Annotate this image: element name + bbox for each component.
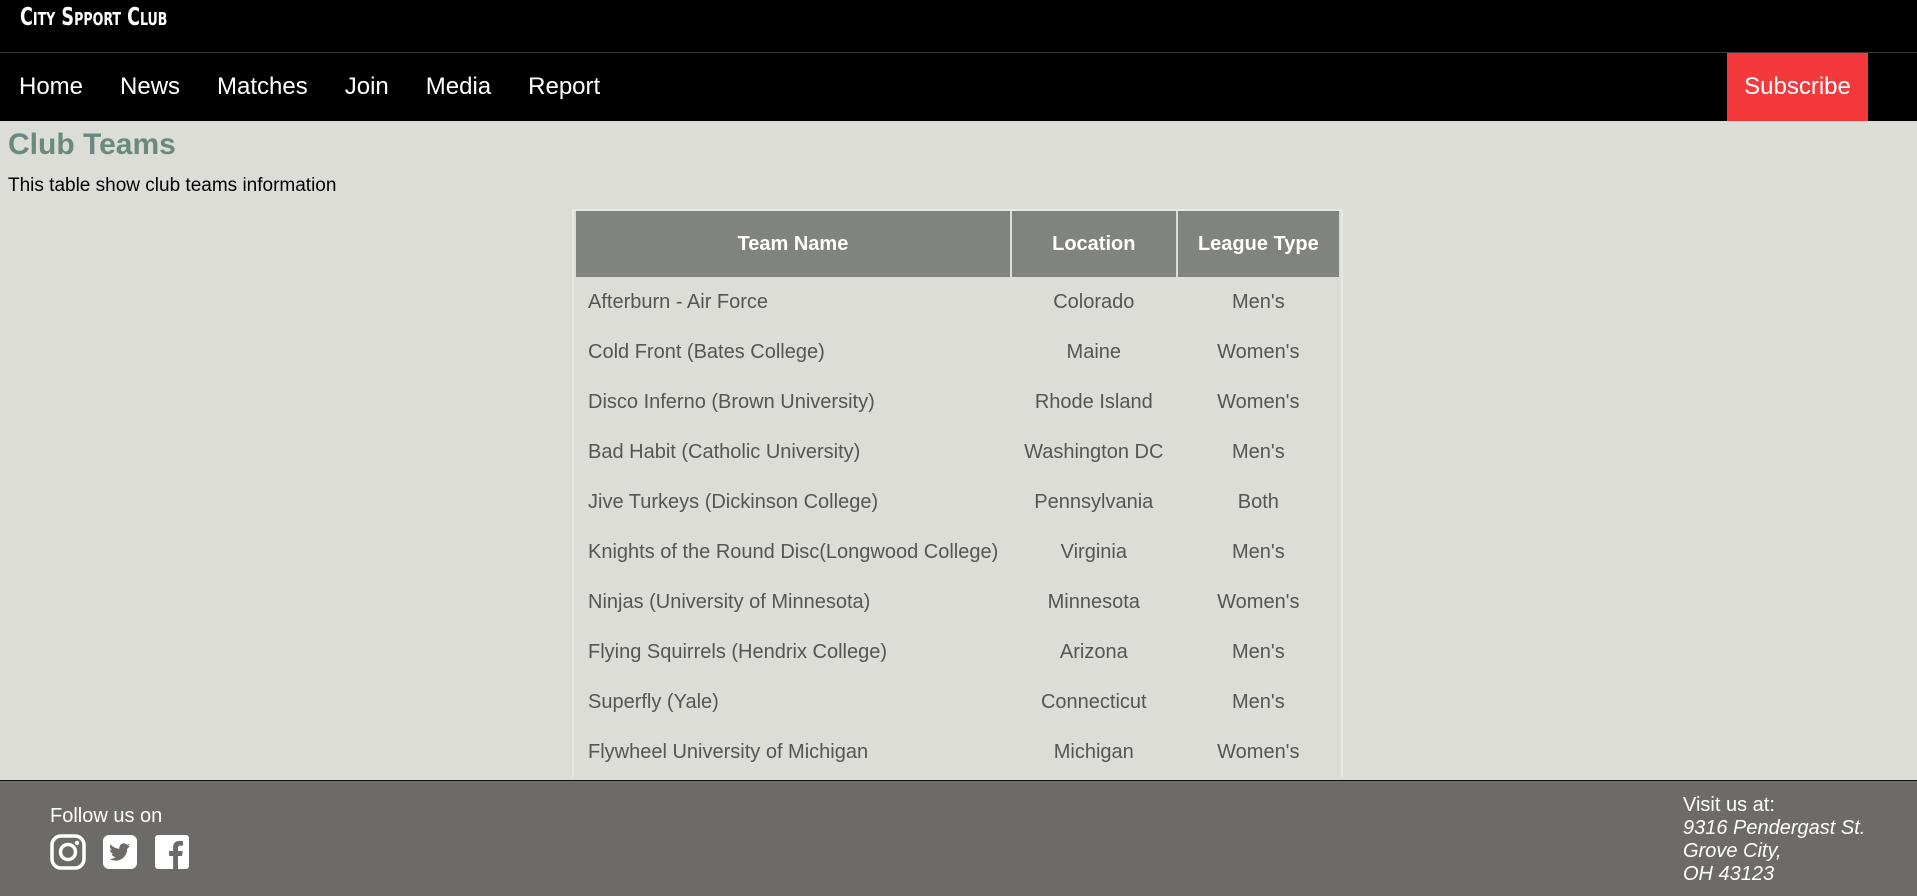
nav-item-news[interactable]: News xyxy=(101,53,198,121)
team-name-cell: Flywheel University of Michigan xyxy=(588,740,869,763)
club-teams-table: Team Name Location League Type Afterburn… xyxy=(572,209,1343,777)
table-row: Flying Squirrels (Hendrix College) Arizo… xyxy=(576,627,1339,677)
instagram-icon[interactable] xyxy=(50,834,86,870)
location-cell: Michigan xyxy=(1053,740,1134,763)
page-description: This table show club teams information xyxy=(8,175,337,196)
table-header-row: Team Name Location League Type xyxy=(576,211,1339,277)
team-name-cell: Disco Inferno (Brown University) xyxy=(588,390,875,413)
league-type-cell: Women's xyxy=(1217,390,1300,413)
league-type-cell: Men's xyxy=(1231,690,1285,713)
twitter-icon[interactable] xyxy=(102,834,138,870)
location-cell: Washington DC xyxy=(1024,440,1164,463)
table-row: Ninjas (University of Minnesota) Minneso… xyxy=(576,577,1339,627)
column-header-league-type: League Type xyxy=(1177,211,1339,277)
follow-us-label: Follow us on xyxy=(50,805,163,827)
league-type-cell: Men's xyxy=(1231,290,1285,313)
location-cell: Minnesota xyxy=(1047,590,1140,613)
location-cell: Connecticut xyxy=(1040,690,1147,713)
nav-links: Home News Matches Join Media Report xyxy=(0,53,618,121)
team-name-cell: Bad Habit (Catholic University) xyxy=(588,440,861,463)
league-type-cell: Women's xyxy=(1217,340,1300,363)
league-type-cell: Both xyxy=(1237,490,1279,513)
team-name-cell: Ninjas (University of Minnesota) xyxy=(588,590,871,613)
social-links xyxy=(50,834,190,870)
league-type-cell: Women's xyxy=(1217,740,1300,763)
table-row: Bad Habit (Catholic University) Washingt… xyxy=(576,427,1339,477)
location-cell: Maine xyxy=(1066,340,1122,363)
nav-item-report[interactable]: Report xyxy=(509,53,618,121)
league-type-cell: Men's xyxy=(1231,640,1285,663)
top-header: City Spport Club xyxy=(0,0,1917,53)
visit-us-block: Visit us at: 9316 Pendergast St. Grove C… xyxy=(1683,794,1865,886)
address-line: Grove City, xyxy=(1683,840,1782,862)
location-cell: Pennsylvania xyxy=(1034,490,1154,513)
team-name-cell: Superfly (Yale) xyxy=(588,690,719,713)
visit-us-label: Visit us at: xyxy=(1683,794,1775,816)
table-row: Disco Inferno (Brown University) Rhode I… xyxy=(576,377,1339,427)
site-footer: Follow us on Visit us at: 9316 Pendergas… xyxy=(0,780,1917,896)
location-cell: Rhode Island xyxy=(1034,390,1153,413)
team-name-cell: Flying Squirrels (Hendrix College) xyxy=(588,640,887,663)
team-name-cell: Afterburn - Air Force xyxy=(588,290,769,313)
location-cell: Virginia xyxy=(1060,540,1127,563)
nav-item-matches[interactable]: Matches xyxy=(198,53,326,121)
table-row: Cold Front (Bates College) Maine Women's xyxy=(576,327,1339,377)
nav-item-home[interactable]: Home xyxy=(0,53,101,121)
nav-item-join[interactable]: Join xyxy=(326,53,407,121)
location-cell: Colorado xyxy=(1053,290,1135,313)
table-row: Afterburn - Air Force Colorado Men's xyxy=(576,277,1339,327)
nav-item-media[interactable]: Media xyxy=(407,53,509,121)
league-type-cell: Men's xyxy=(1231,440,1285,463)
page-title: Club Teams xyxy=(8,128,176,161)
main-nav: Home News Matches Join Media Report Subs… xyxy=(0,53,1917,121)
column-header-team-name: Team Name xyxy=(576,211,1010,277)
address-line: OH 43123 xyxy=(1683,863,1775,885)
team-name-cell: Knights of the Round Disc(Longwood Colle… xyxy=(588,540,999,563)
table-row: Jive Turkeys (Dickinson College) Pennsyl… xyxy=(576,477,1339,527)
table-row: Superfly (Yale) Connecticut Men's xyxy=(576,677,1339,727)
team-name-cell: Jive Turkeys (Dickinson College) xyxy=(588,490,879,513)
column-header-location: Location xyxy=(1011,211,1176,277)
subscribe-button[interactable]: Subscribe xyxy=(1727,53,1868,121)
league-type-cell: Men's xyxy=(1231,540,1285,563)
address-line: 9316 Pendergast St. xyxy=(1683,817,1866,839)
table-row: Flywheel University of Michigan Michigan… xyxy=(576,727,1339,777)
location-cell: Arizona xyxy=(1059,640,1128,663)
facebook-icon[interactable] xyxy=(154,834,190,870)
league-type-cell: Women's xyxy=(1217,590,1300,613)
table-row: Knights of the Round Disc(Longwood Colle… xyxy=(576,527,1339,577)
site-logo[interactable]: City Spport Club xyxy=(20,2,167,31)
team-name-cell: Cold Front (Bates College) xyxy=(588,340,825,363)
